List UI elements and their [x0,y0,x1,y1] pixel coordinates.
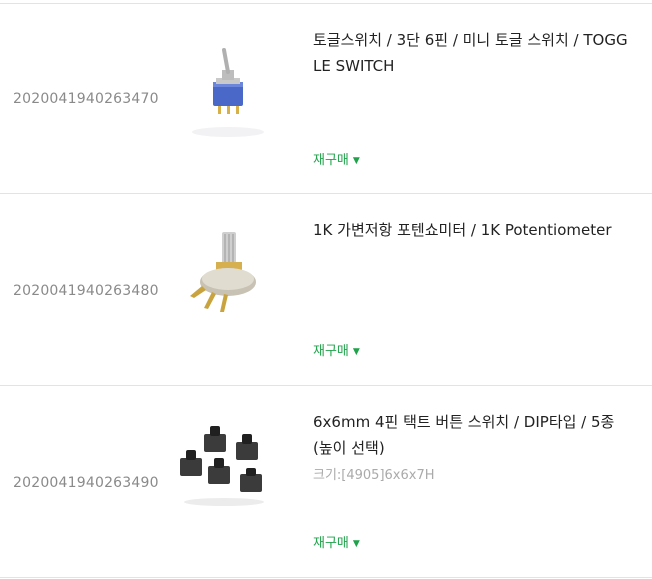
rebuy-button[interactable]: 재구매 ▼ [313,340,360,359]
tact-switch-icon [180,426,264,506]
order-item-row: 2020041940263480 1K 가변저항 포텐쇼미터 / 1K Pote… [0,194,652,386]
rebuy-label: 재구매 [313,344,349,359]
product-option: 크기:[4905]6x6x7H [313,468,435,483]
product-title[interactable]: 1K 가변저항 포텐쇼미터 / 1K Potentiometer [313,217,633,243]
order-history-list: 2020041940263470 토글스위치 / 3단 6핀 / 미니 토글 스… [0,0,652,579]
order-number: 2020041940263490 [13,475,159,491]
product-thumbnail-potentiometer[interactable] [172,224,284,336]
product-info: 1K 가변저항 포텐쇼미터 / 1K Potentiometer [313,217,633,243]
chevron-down-icon: ▼ [352,156,360,166]
product-info: 토글스위치 / 3단 6핀 / 미니 토글 스위치 / TOGGLE SWITC… [313,27,633,79]
chevron-down-icon: ▼ [352,347,360,357]
order-number: 2020041940263470 [13,91,159,107]
order-number: 2020041940263480 [13,283,159,299]
order-item-row: 2020041940263470 토글스위치 / 3단 6핀 / 미니 토글 스… [0,4,652,194]
chevron-down-icon: ▼ [352,539,360,549]
rebuy-button[interactable]: 재구매 ▼ [313,532,360,551]
product-info: 6x6mm 4핀 택트 버튼 스위치 / DIP타입 / 5종(높이 선택) 크… [313,409,633,485]
rebuy-button[interactable]: 재구매 ▼ [313,149,360,168]
toggle-switch-icon [192,48,264,137]
rebuy-label: 재구매 [313,153,349,168]
product-title[interactable]: 6x6mm 4핀 택트 버튼 스위치 / DIP타입 / 5종(높이 선택) [313,409,633,461]
product-thumbnail-toggle-switch[interactable] [172,32,284,144]
rebuy-label: 재구매 [313,536,349,551]
product-title[interactable]: 토글스위치 / 3단 6핀 / 미니 토글 스위치 / TOGGLE SWITC… [313,27,633,79]
order-item-row: 2020041940263490 6x6mm 4핀 택트 버튼 스위치 / DI… [0,386,652,578]
product-thumbnail-tact-switch[interactable] [172,420,284,532]
potentiometer-icon [190,232,256,312]
